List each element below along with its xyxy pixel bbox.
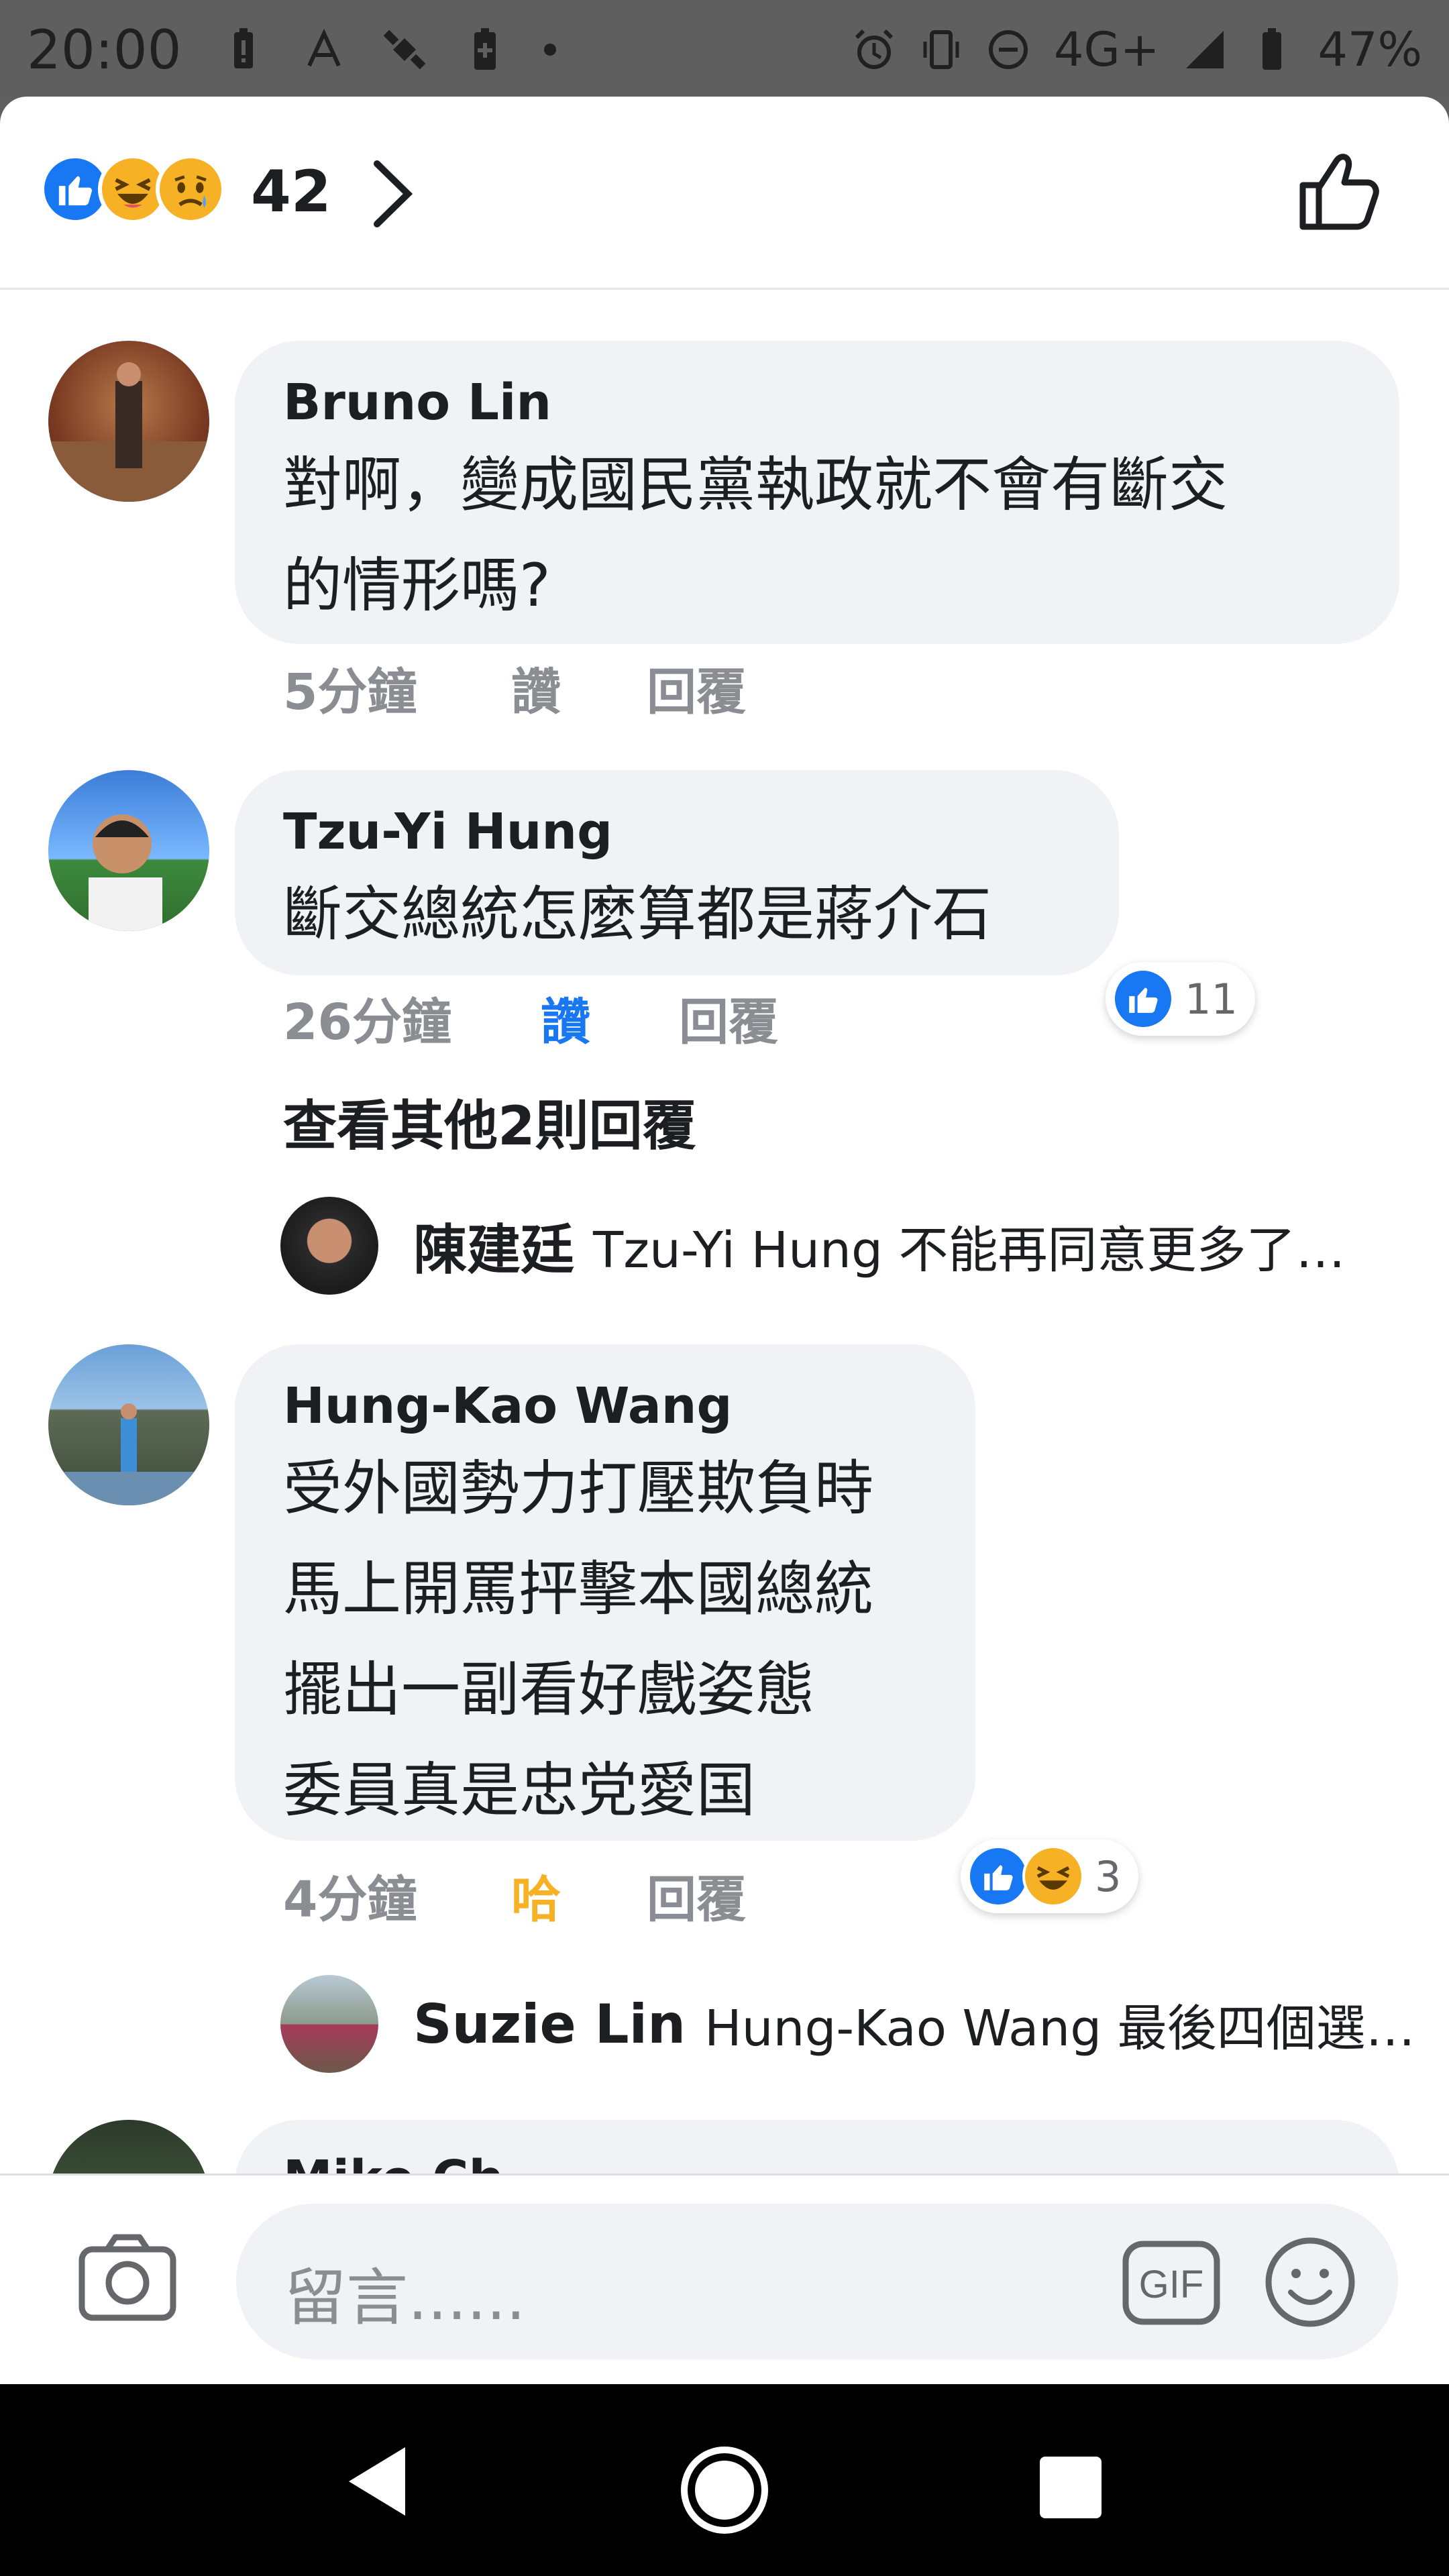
recents-icon[interactable]: [1040, 2457, 1102, 2518]
comment-input[interactable]: 留言...... GIF: [236, 2204, 1398, 2359]
chevron-right-icon[interactable]: [369, 157, 416, 231]
camera-icon[interactable]: [78, 2232, 177, 2322]
satellite-icon: [383, 30, 425, 70]
battery-plus-icon: [474, 28, 496, 70]
reply-text: Tzu-Yi Hung 不能再同意更多了…: [593, 1221, 1346, 1279]
reaction-count[interactable]: 42: [251, 158, 331, 225]
vibrate-icon: [923, 30, 959, 69]
comment-text: 的情形嗎?: [283, 551, 551, 620]
like-button[interactable]: 讚: [511, 652, 647, 724]
comment-composer: 留言...... GIF: [0, 2174, 1449, 2384]
avatar-reply[interactable]: [280, 1975, 378, 2073]
like-button-active[interactable]: 讚: [541, 982, 679, 1054]
home-icon[interactable]: [679, 2445, 770, 2536]
reply-text: Hung-Kao Wang 最後四個選…: [704, 1999, 1415, 2057]
avatar-reply[interactable]: [280, 1197, 378, 1295]
reaction-count: 11: [1185, 974, 1238, 1024]
comment-text: 受外國勢力打壓欺負時: [283, 1454, 874, 1523]
signal-icon: [1186, 31, 1224, 68]
battery-icon: [1263, 28, 1282, 70]
dot-icon: [543, 44, 556, 56]
network-label: 4G+: [1053, 22, 1160, 77]
avatar-hung-kao-wang[interactable]: [48, 1344, 209, 1505]
comment-author[interactable]: Hung-Kao Wang: [283, 1374, 927, 1438]
comment-bubble[interactable]: Bruno Lin 對啊，變成國民黨執政就不會有斷交 的情形嗎?: [235, 341, 1399, 644]
view-more-replies[interactable]: 查看其他2則回覆: [283, 1083, 696, 1161]
comment-bubble[interactable]: Tzu-Yi Hung 斷交總統怎麼算都是蔣介石: [235, 770, 1119, 975]
comment-bubble[interactable]: Hung-Kao Wang 受外國勢力打壓欺負時 馬上開罵抨擊本國總統 擺出一副…: [235, 1344, 975, 1841]
comment-text: 馬上開罵抨擊本國總統: [283, 1554, 874, 1623]
font-icon: [307, 28, 341, 67]
avatar-tzu-yi-hung[interactable]: [48, 770, 209, 931]
reply-author[interactable]: Suzie Lin: [413, 1993, 686, 2055]
status-bar: 20:00 4G+ 47%: [0, 0, 1449, 99]
reply-button[interactable]: 回覆: [679, 982, 778, 1054]
do-not-disturb-icon: [988, 30, 1028, 69]
comment-reaction-pill[interactable]: 3: [961, 1839, 1139, 1913]
gif-icon[interactable]: GIF: [1122, 2240, 1221, 2326]
navigation-bar: [0, 2384, 1449, 2576]
comments-sheet: 42 Bruno Lin 對啊，變成國民黨執政就不會有斷交 的情形嗎? 5分鐘 …: [0, 97, 1449, 2384]
status-icons-left: [222, 28, 556, 71]
reply-preview[interactable]: Suzie Lin Hung-Kao Wang 最後四個選…: [280, 1975, 1415, 2073]
comment-text: 擺出一副看好戲姿態: [283, 1655, 815, 1724]
battery-alert-icon: [233, 28, 253, 68]
reply-button[interactable]: 回覆: [647, 1860, 746, 1931]
comment-author[interactable]: Bruno Lin: [283, 370, 1351, 435]
comment-text: 委員真是忠党愛国: [283, 1756, 756, 1825]
reply-button[interactable]: 回覆: [647, 652, 746, 724]
alarm-icon: [855, 29, 894, 69]
comment-text: 對啊，變成國民黨執政就不會有斷交: [283, 450, 1228, 519]
comment-time: 4分鐘: [283, 1871, 417, 1929]
like-outline-icon[interactable]: [1295, 148, 1382, 235]
comment-text: 斷交總統怎麼算都是蔣介石: [283, 879, 992, 949]
comment-meta: 4分鐘 哈 回覆: [283, 1860, 746, 1931]
comment-time: 26分鐘: [283, 994, 451, 1051]
battery-percent: 47%: [1318, 22, 1422, 77]
comment-meta: 5分鐘 讚 回覆: [283, 652, 746, 724]
haha-button-active[interactable]: 哈: [511, 1860, 647, 1931]
avatar-bruno-lin[interactable]: [48, 341, 209, 502]
reactions-header: 42: [0, 97, 1449, 290]
reaction-summary[interactable]: [40, 154, 225, 224]
gif-label: GIF: [1139, 2263, 1204, 2306]
like-reaction-icon: [1112, 968, 1174, 1030]
reaction-count: 3: [1095, 1851, 1122, 1901]
like-reaction-icon: [967, 1845, 1029, 1907]
comment-placeholder: 留言......: [284, 2262, 526, 2334]
sad-reaction-icon: [156, 154, 225, 224]
back-icon[interactable]: [343, 2445, 411, 2518]
comment-meta: 26分鐘 讚 回覆: [283, 982, 778, 1054]
comment-time: 5分鐘: [283, 663, 417, 721]
status-icons-right: 4G+ 47%: [853, 22, 1422, 77]
status-time: 20:00: [27, 18, 182, 81]
emoji-icon[interactable]: [1263, 2235, 1358, 2330]
comment-reaction-pill[interactable]: 11: [1106, 962, 1255, 1036]
reply-author[interactable]: 陳建廷: [413, 1207, 574, 1285]
reply-preview[interactable]: 陳建廷 Tzu-Yi Hung 不能再同意更多了…: [280, 1197, 1345, 1295]
comment-author[interactable]: Tzu-Yi Hung: [283, 800, 1071, 864]
haha-reaction-icon: [1022, 1845, 1084, 1907]
